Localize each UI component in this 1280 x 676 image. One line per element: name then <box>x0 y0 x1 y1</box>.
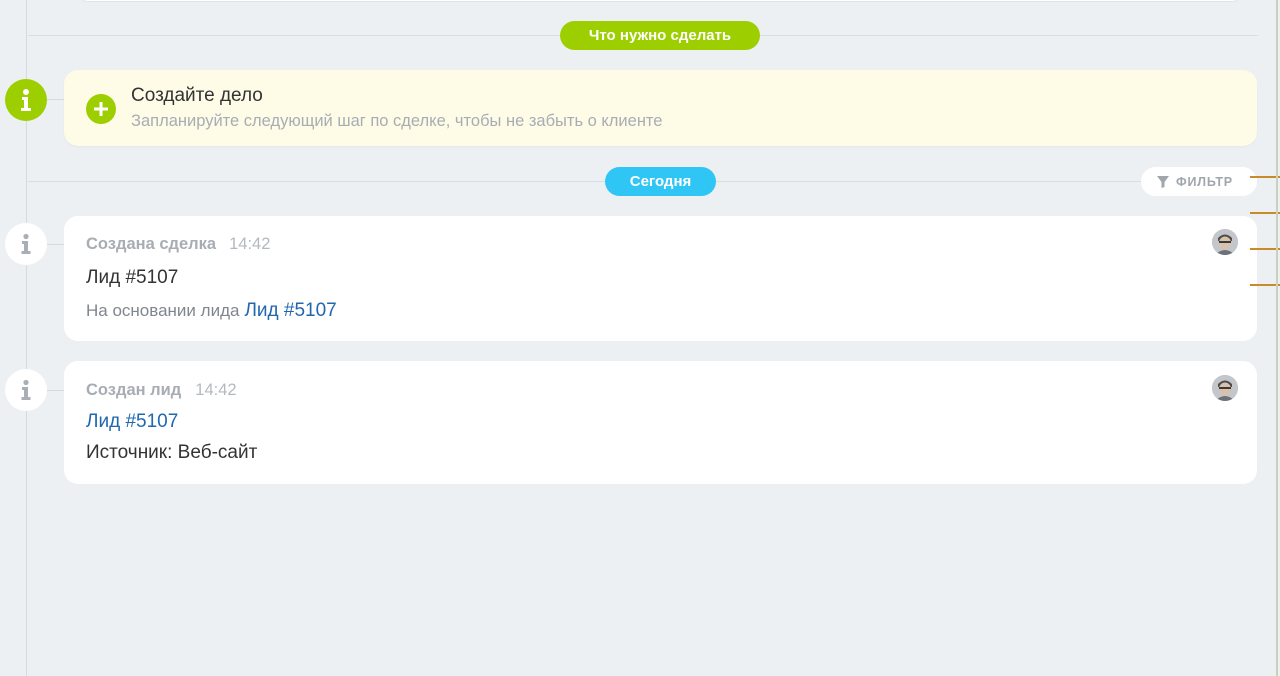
event-card-lead-created: Создан лид 14:42 Лид #5107 Источник: Веб… <box>64 361 1257 484</box>
avatar[interactable] <box>1212 375 1238 401</box>
create-task-card[interactable]: Создайте дело Запланируйте следующий шаг… <box>64 70 1257 146</box>
event-basis-text: На основании лида <box>86 301 240 320</box>
create-task-subtitle: Запланируйте следующий шаг по сделке, чт… <box>131 112 663 130</box>
previous-card-edge <box>76 0 1244 2</box>
filter-label: ФИЛЬТР <box>1176 174 1233 189</box>
filter-button[interactable]: ФИЛЬТР <box>1141 167 1257 196</box>
event-time: 14:42 <box>229 235 271 253</box>
lead-link[interactable]: Лид #5107 <box>244 300 336 322</box>
event-title: Лид #5107 <box>86 267 179 288</box>
add-task-button[interactable] <box>86 94 116 124</box>
info-icon <box>5 79 47 121</box>
connector <box>46 99 64 100</box>
connector <box>46 390 64 391</box>
today-section-label: Сегодня <box>605 167 716 196</box>
event-time: 14:42 <box>195 381 237 399</box>
connector <box>46 244 64 245</box>
event-heading: Создана сделка <box>86 235 217 253</box>
todo-section-label: Что нужно сделать <box>560 21 760 50</box>
info-icon <box>5 369 47 411</box>
event-card-deal-created: Создана сделка 14:42 Лид #5107 На основа… <box>64 216 1257 341</box>
event-source: Источник: Веб-сайт <box>86 442 258 463</box>
info-icon <box>5 223 47 265</box>
event-heading: Создан лид <box>86 381 182 399</box>
avatar[interactable] <box>1212 229 1238 255</box>
create-task-title[interactable]: Создайте дело <box>131 85 263 107</box>
plus-icon <box>94 102 108 116</box>
right-edge-line <box>1276 0 1278 676</box>
filter-icon <box>1157 175 1169 188</box>
lead-link[interactable]: Лид #5107 <box>86 411 178 433</box>
